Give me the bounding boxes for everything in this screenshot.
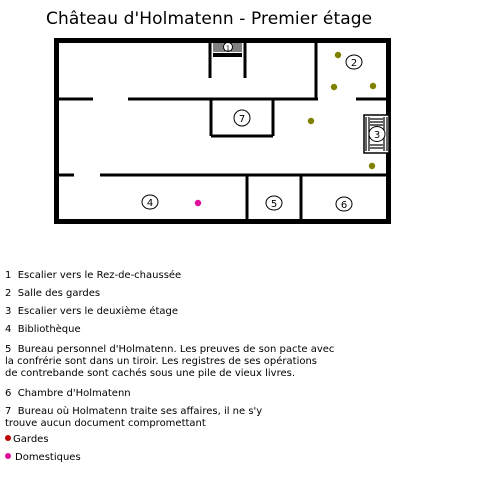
legend-item: 3 Escalier vers le deuxième étage xyxy=(5,306,179,317)
room-2-number: 2 xyxy=(351,58,357,69)
legend-item: 7 Bureau où Holmatenn traite ses affaire… xyxy=(5,406,263,429)
walls xyxy=(54,38,391,224)
guard-marker xyxy=(368,162,376,170)
room-4-number: 4 xyxy=(147,198,153,209)
servant-marker xyxy=(194,199,202,207)
legend-item: 6 Chambre d'Holmatenn xyxy=(5,388,131,399)
room-markers xyxy=(141,42,386,212)
outer-wall xyxy=(54,38,391,224)
legend-servants: Domestiques xyxy=(5,452,81,464)
guard-dot-icon xyxy=(5,435,11,441)
room-5-number: 5 xyxy=(271,199,277,210)
room-1-number: 1 xyxy=(226,45,230,53)
guard-marker xyxy=(330,83,338,91)
legend-item: 2 Salle des gardes xyxy=(5,288,101,299)
legend-item: 1 Escalier vers le Rez-de-chaussée xyxy=(5,270,182,281)
room-7-number: 7 xyxy=(239,114,245,125)
legend-guards: Gardes xyxy=(5,434,49,446)
guard-marker xyxy=(307,117,315,125)
room-3-number: 3 xyxy=(374,130,380,141)
legend-item: 5 Bureau personnel d'Holmatenn. Les preu… xyxy=(5,344,335,379)
floor-plan: 1 2 3 4 5 6 7 xyxy=(54,38,391,224)
guard-marker xyxy=(334,51,342,59)
guard-marker xyxy=(369,82,377,90)
room-6-number: 6 xyxy=(341,200,347,211)
servant-dot-icon xyxy=(5,453,11,459)
legend-item: 4 Bibliothèque xyxy=(5,324,81,335)
